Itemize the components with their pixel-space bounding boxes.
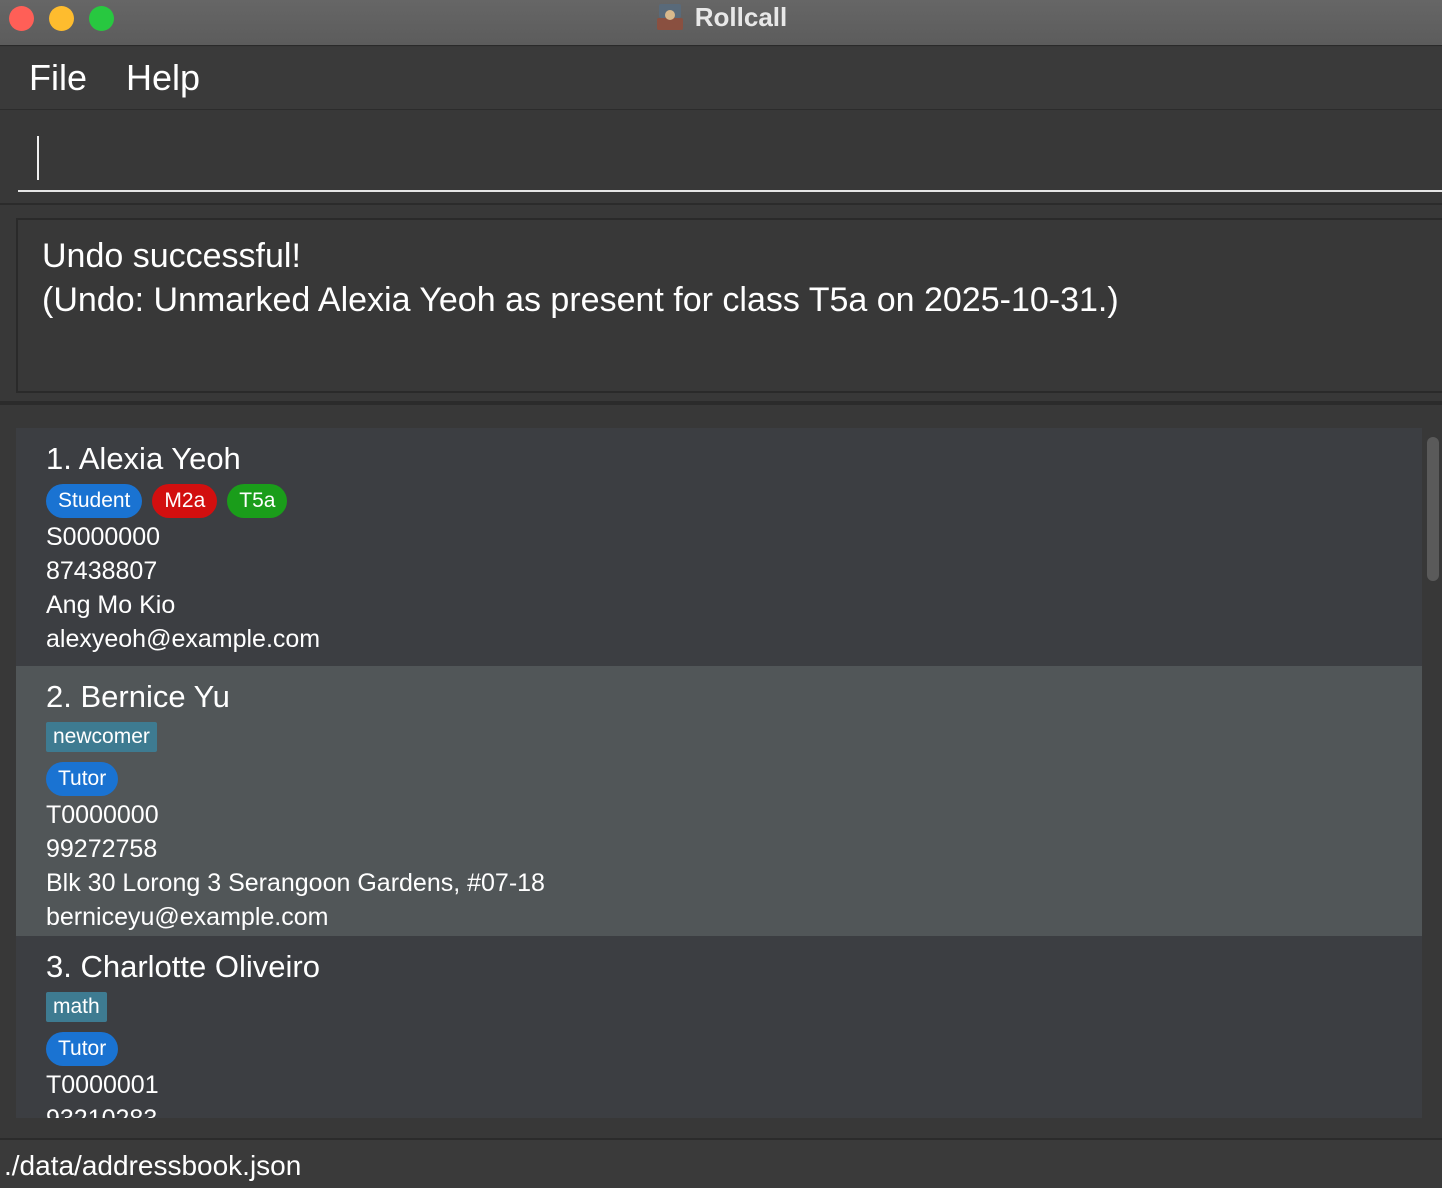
text-cursor bbox=[37, 136, 39, 180]
result-message-line-1: Undo successful! bbox=[42, 237, 301, 275]
role-badge: Tutor bbox=[46, 1032, 119, 1066]
person-list[interactable]: 1. Alexia Yeoh Student M2a T5a S0000000 … bbox=[16, 428, 1422, 1118]
person-tag: newcomer bbox=[46, 722, 157, 752]
person-tags: newcomer bbox=[46, 722, 1392, 752]
role-badge: Student bbox=[46, 484, 143, 518]
person-phone: 93210283 bbox=[46, 1102, 1392, 1118]
menu-help[interactable]: Help bbox=[126, 57, 200, 99]
person-card[interactable]: 3. Charlotte Oliveiro math Tutor T000000… bbox=[16, 936, 1422, 1118]
person-name: 2. Bernice Yu bbox=[46, 679, 230, 714]
result-message-line-2: (Undo: Unmarked Alexia Yeoh as present f… bbox=[42, 281, 1119, 319]
person-tags: math bbox=[46, 992, 1392, 1022]
result-display: Undo successful! (Undo: Unmarked Alexia … bbox=[16, 218, 1442, 393]
person-card[interactable]: 1. Alexia Yeoh Student M2a T5a S0000000 … bbox=[16, 428, 1422, 666]
title-bar: Rollcall bbox=[0, 0, 1442, 46]
class-badge: M2a bbox=[152, 484, 218, 518]
person-phone: 99272758 bbox=[46, 835, 158, 863]
role-tags: Tutor bbox=[46, 762, 1392, 796]
person-name: 1. Alexia Yeoh bbox=[46, 441, 241, 476]
rollcall-app-icon bbox=[655, 2, 685, 32]
class-badge: T5a bbox=[227, 484, 288, 518]
person-id: T0000000 bbox=[46, 801, 159, 829]
status-bar: ./data/addressbook.json bbox=[0, 1138, 1442, 1188]
person-id: T0000001 bbox=[46, 1071, 159, 1099]
person-email: alexyeoh@example.com bbox=[46, 625, 321, 653]
menu-file[interactable]: File bbox=[29, 57, 87, 99]
scrollbar-thumb[interactable] bbox=[1427, 437, 1439, 581]
person-phone: 87438807 bbox=[46, 557, 158, 585]
role-badge: Tutor bbox=[46, 762, 119, 796]
person-tag: math bbox=[46, 992, 107, 1022]
command-box-area bbox=[0, 111, 1442, 205]
person-address: Blk 30 Lorong 3 Serangoon Gardens, #07-1… bbox=[46, 869, 545, 897]
menu-bar: File Help bbox=[0, 47, 1442, 110]
person-list-panel: 1. Alexia Yeoh Student M2a T5a S0000000 … bbox=[0, 409, 1442, 1137]
person-name: 3. Charlotte Oliveiro bbox=[46, 949, 320, 984]
person-email: berniceyu@example.com bbox=[46, 903, 329, 931]
list-scrollbar[interactable] bbox=[1426, 437, 1440, 1119]
window-title-group: Rollcall bbox=[0, 0, 1442, 34]
command-input[interactable] bbox=[18, 126, 1442, 192]
person-address: Ang Mo Kio bbox=[46, 591, 176, 619]
person-card[interactable]: 2. Bernice Yu newcomer Tutor T0000000 99… bbox=[16, 666, 1422, 936]
person-id: S0000000 bbox=[46, 523, 161, 551]
role-tags: Tutor bbox=[46, 1032, 1392, 1066]
save-location-path: ./data/addressbook.json bbox=[4, 1150, 302, 1181]
result-display-area: Undo successful! (Undo: Unmarked Alexia … bbox=[0, 207, 1442, 405]
window-title: Rollcall bbox=[694, 1, 788, 32]
role-tags: Student M2a T5a bbox=[46, 484, 1392, 518]
